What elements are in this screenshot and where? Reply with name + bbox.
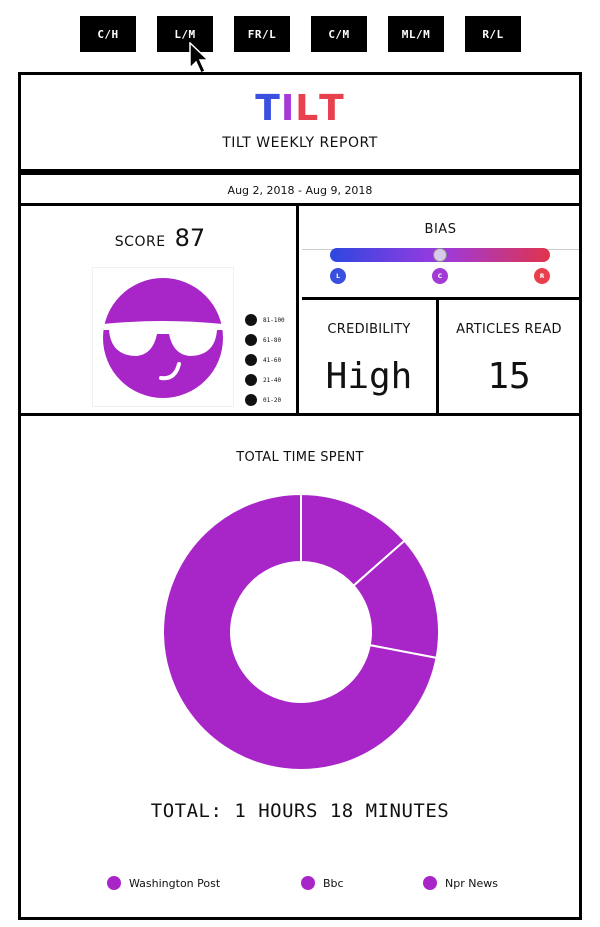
tilt-logo: TILT <box>21 89 579 129</box>
source-tab-bar: C/H L/M FR/L C/M ML/M R/L <box>0 16 600 52</box>
tab-ml-m[interactable]: ML/M <box>388 16 444 52</box>
scale-row: 21-40 <box>245 370 297 390</box>
chart-legend: Washington Post Bbc Npr News <box>21 876 579 896</box>
legend-item: Npr News <box>423 876 498 890</box>
credibility-panel: CREDIBILITY High <box>302 300 439 416</box>
score-heading: SCORE 87 <box>21 224 299 252</box>
scale-row: 01-20 <box>245 390 297 410</box>
articles-panel: ARTICLES READ 15 <box>439 300 579 416</box>
legend-item: Washington Post <box>107 876 220 890</box>
sunglasses-face-icon <box>245 314 257 326</box>
tab-r-l[interactable]: R/L <box>465 16 521 52</box>
time-spent-title: TOTAL TIME SPENT <box>236 450 364 465</box>
credibility-value: High <box>325 356 413 397</box>
time-spent-panel: TOTAL TIME SPENT TOTAL: 1 HOURS 18 MINUT… <box>21 416 579 917</box>
time-spent-donut-chart <box>162 492 440 771</box>
legend-swatch <box>301 876 315 890</box>
bias-title: BIAS <box>424 222 457 237</box>
mouse-cursor-icon <box>189 42 210 75</box>
frown-face-icon <box>245 374 257 386</box>
report-card: TILT TILT WEEKLY REPORT Aug 2, 2018 - Au… <box>18 72 582 920</box>
scale-row: 41-60 <box>245 350 297 370</box>
legend-swatch <box>107 876 121 890</box>
tab-c-h[interactable]: C/H <box>80 16 136 52</box>
report-title: TILT WEEKLY REPORT <box>222 135 378 151</box>
credibility-label: CREDIBILITY <box>327 322 411 337</box>
scale-range: 21-40 <box>263 376 282 384</box>
score-panel: SCORE 87 81-100 61-80 41-60 21-40 01-20 <box>21 206 299 416</box>
score-emoji-card <box>93 268 233 406</box>
tab-fr-l[interactable]: FR/L <box>234 16 290 52</box>
scale-range: 41-60 <box>263 356 282 364</box>
legend-label: Bbc <box>323 876 344 890</box>
tab-c-m[interactable]: C/M <box>311 16 367 52</box>
articles-label: ARTICLES READ <box>456 322 562 337</box>
bias-panel: BIAS L C R <box>302 206 579 299</box>
smile-face-icon <box>245 334 257 346</box>
legend-label: Washington Post <box>129 876 221 890</box>
articles-value: 15 <box>487 356 531 397</box>
logo-letter: T <box>255 88 281 129</box>
legend-swatch <box>423 876 437 890</box>
score-value: 87 <box>174 224 206 252</box>
cool-sunglasses-face-icon <box>103 278 223 398</box>
scale-range: 81-100 <box>263 316 285 324</box>
logo-letter: L <box>295 88 320 129</box>
legend-item: Bbc <box>301 876 344 890</box>
logo-letter: I <box>280 88 296 129</box>
date-range: Aug 2, 2018 - Aug 9, 2018 <box>21 172 579 206</box>
right-bias-marker: R <box>534 268 550 284</box>
score-scale-legend: 81-100 61-80 41-60 21-40 01-20 <box>245 310 297 410</box>
scale-row: 81-100 <box>245 310 297 330</box>
neutral-face-icon <box>245 354 257 366</box>
scale-row: 61-80 <box>245 330 297 350</box>
center-bias-marker: C <box>432 268 448 284</box>
score-label: SCORE <box>114 234 166 250</box>
report-header: TILT TILT WEEKLY REPORT <box>21 75 579 172</box>
scale-range: 61-80 <box>263 336 282 344</box>
logo-letter: T <box>319 88 345 129</box>
scale-range: 01-20 <box>263 396 282 404</box>
left-bias-marker: L <box>330 268 346 284</box>
total-time: TOTAL: 1 HOURS 18 MINUTES <box>150 800 450 822</box>
bias-slider-thumb[interactable] <box>433 248 447 262</box>
devil-face-icon <box>245 394 257 406</box>
legend-label: Npr News <box>445 876 498 890</box>
